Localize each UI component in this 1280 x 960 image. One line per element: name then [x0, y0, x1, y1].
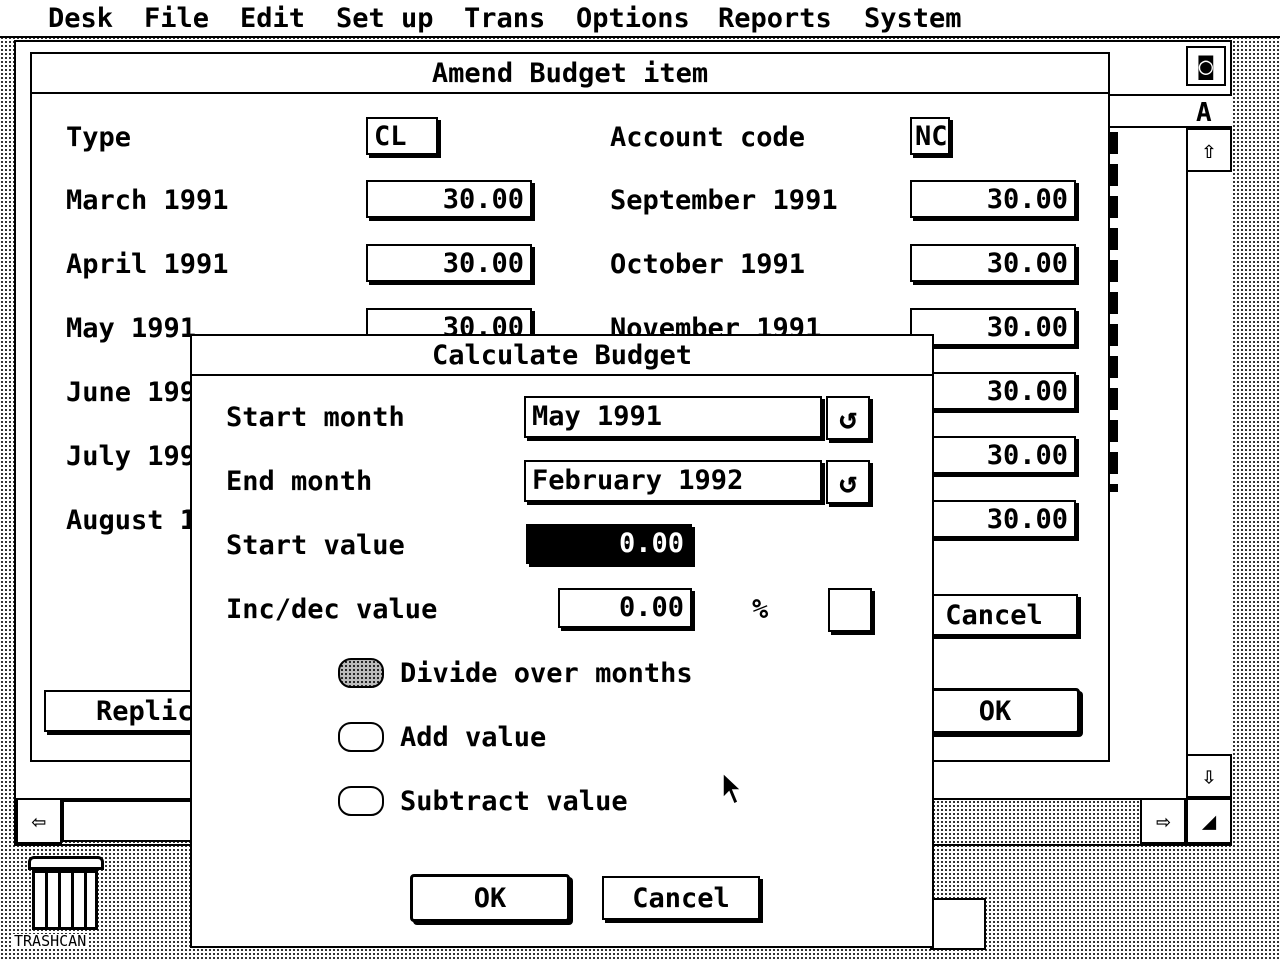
trashcan[interactable]: TRASHCAN [10, 852, 120, 952]
menu-trans[interactable]: Trans [464, 4, 545, 34]
calculate-budget-dialog: Calculate Budget Start month May 1991 ↺ … [190, 334, 934, 948]
month-label: July 199 [66, 441, 197, 472]
calc-dialog-title: Calculate Budget [192, 336, 932, 376]
month-label: May 1991 [66, 313, 197, 344]
scroll-down-icon[interactable]: ⇩ [1186, 754, 1232, 798]
month-label: June 199 [66, 377, 197, 408]
month-value-field[interactable]: 30.00 [910, 244, 1076, 282]
start-value-label: Start value [226, 530, 405, 561]
menu-bar: Desk File Edit Set up Trans Options Repo… [0, 0, 1280, 38]
menu-reports[interactable]: Reports [718, 4, 832, 34]
resize-icon[interactable]: ◢ [1186, 798, 1232, 844]
background-box [930, 898, 986, 950]
scroll-left-icon[interactable]: ⇦ [16, 798, 62, 844]
month-value-field[interactable]: 30.00 [910, 500, 1076, 538]
menu-options[interactable]: Options [576, 4, 690, 34]
percent-label: % [752, 594, 769, 625]
amend-ok-button[interactable]: OK [910, 688, 1080, 734]
menu-setup[interactable]: Set up [336, 4, 434, 34]
scroll-up-icon[interactable]: ⇧ [1186, 128, 1232, 172]
month-value-field[interactable]: 30.00 [366, 244, 532, 282]
menu-file[interactable]: File [144, 4, 209, 34]
month-value-field[interactable]: 30.00 [910, 436, 1076, 474]
column-header: A [1108, 94, 1232, 128]
ledger-column [1110, 128, 1188, 758]
month-label: September 1991 [610, 185, 838, 216]
amend-dialog-title: Amend Budget item [32, 54, 1108, 94]
fullsize-icon[interactable]: ◙ [1186, 46, 1226, 86]
divide-over-months-label: Divide over months [400, 658, 693, 689]
type-field[interactable]: CL [366, 117, 438, 155]
incdec-value-label: Inc/dec value [226, 594, 438, 625]
scroll-right-icon[interactable]: ⇨ [1140, 798, 1186, 844]
column-header-letter: A [1196, 98, 1212, 128]
month-value-field[interactable]: 30.00 [910, 308, 1076, 346]
month-value-field[interactable]: 30.00 [366, 180, 532, 218]
type-label: Type [66, 122, 132, 153]
account-code-field[interactable]: NC [910, 117, 950, 155]
start-value-field[interactable]: 0.00 [526, 524, 692, 564]
trash-label: TRASHCAN [12, 932, 89, 950]
menu-desk[interactable]: Desk [48, 4, 113, 34]
amend-cancel-button[interactable]: Cancel [910, 594, 1078, 636]
month-label: March 1991 [66, 185, 229, 216]
end-month-label: End month [226, 466, 373, 497]
trash-icon [32, 870, 98, 930]
calc-ok-button[interactable]: OK [410, 874, 570, 922]
end-month-popup-icon[interactable]: ↺ [826, 460, 870, 504]
trash-lid-icon [28, 856, 104, 870]
start-month-field[interactable]: May 1991 [524, 396, 822, 438]
account-code-label: Account code [610, 122, 806, 153]
start-month-label: Start month [226, 402, 405, 433]
end-month-field[interactable]: February 1992 [524, 460, 822, 502]
divide-over-months-radio[interactable] [338, 658, 384, 688]
vertical-scrollbar[interactable] [1186, 128, 1232, 776]
add-value-radio[interactable] [338, 722, 384, 752]
mouse-pointer-icon [722, 772, 743, 806]
month-value-field[interactable]: 30.00 [910, 372, 1076, 410]
month-value-field[interactable]: 30.00 [910, 180, 1076, 218]
menu-system[interactable]: System [864, 4, 962, 34]
month-label: October 1991 [610, 249, 806, 280]
percent-checkbox[interactable] [828, 588, 872, 632]
month-label: April 1991 [66, 249, 229, 280]
start-month-popup-icon[interactable]: ↺ [826, 396, 870, 440]
month-label: August 1 [66, 505, 197, 536]
incdec-value-field[interactable]: 0.00 [558, 588, 692, 628]
menu-edit[interactable]: Edit [240, 4, 305, 34]
calc-cancel-button[interactable]: Cancel [602, 876, 760, 920]
subtract-value-radio[interactable] [338, 786, 384, 816]
subtract-value-label: Subtract value [400, 786, 628, 817]
ledger-rings [1110, 132, 1118, 492]
add-value-label: Add value [400, 722, 547, 753]
